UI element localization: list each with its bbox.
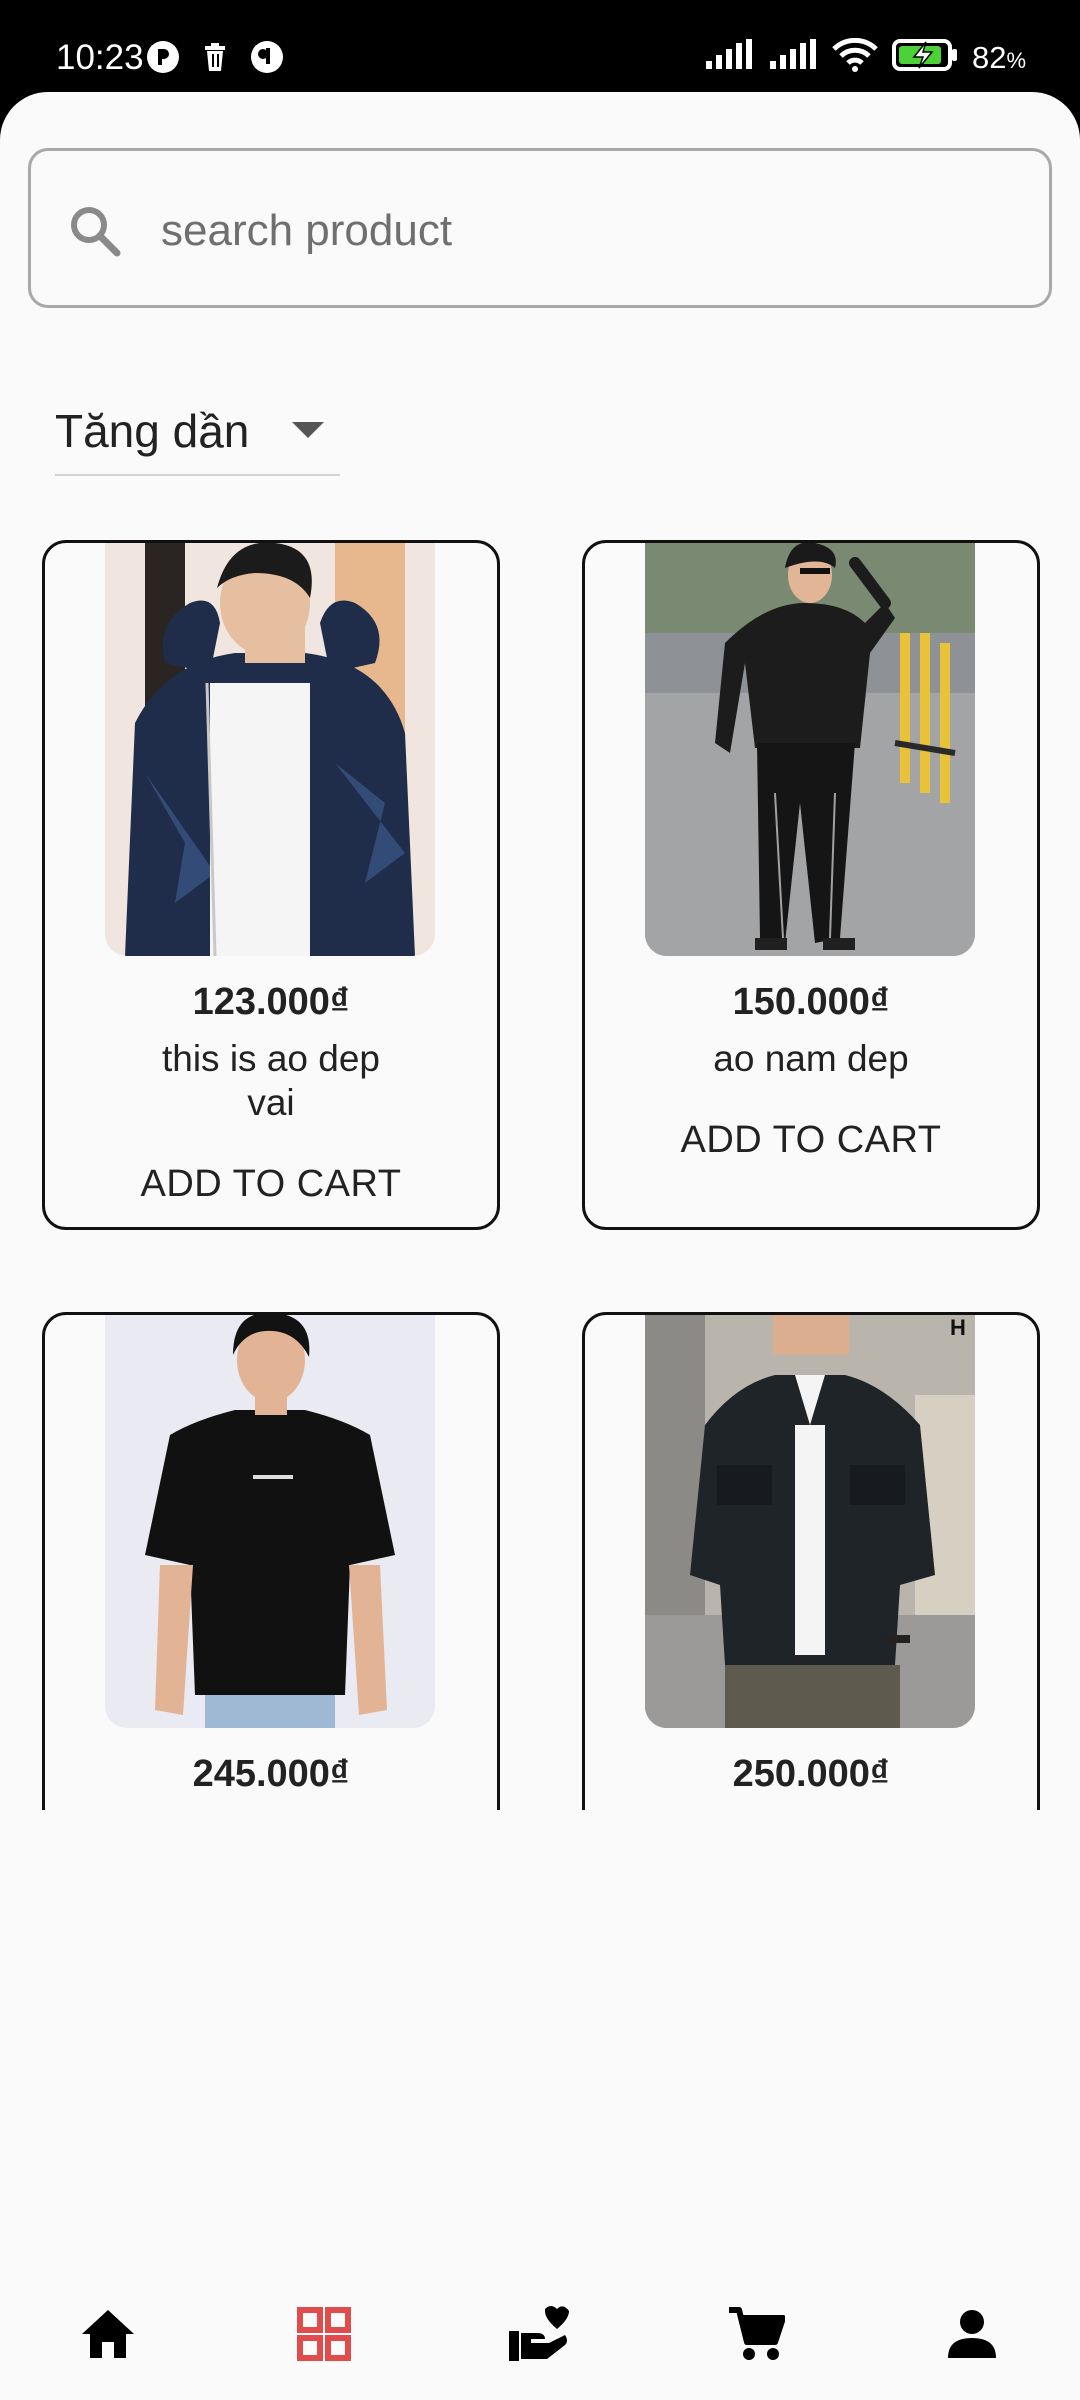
notification-icon: [146, 40, 180, 74]
product-image[interactable]: [105, 543, 435, 956]
signal-icon: [768, 39, 818, 76]
trash-icon: [198, 40, 232, 74]
product-image[interactable]: [645, 543, 975, 956]
nav-cart-icon[interactable]: [724, 2302, 788, 2366]
product-image[interactable]: [105, 1315, 435, 1728]
battery-percentage: 82%: [971, 39, 1026, 75]
sort-dropdown[interactable]: Tăng dần: [55, 396, 340, 476]
nav-profile-icon[interactable]: [940, 2302, 1004, 2366]
product-card[interactable]: 150.000₫ ao nam dep ADD TO CART: [582, 540, 1040, 1230]
bottom-navigation: [0, 2280, 1080, 2390]
search-box[interactable]: [28, 148, 1052, 308]
wifi-icon: [832, 37, 878, 77]
nav-wishlist-icon[interactable]: [506, 2302, 570, 2366]
product-price: 250.000₫: [732, 1753, 890, 1795]
product-price: 150.000₫: [732, 981, 890, 1023]
product-price: 123.000₫: [192, 981, 350, 1023]
search-input[interactable]: [161, 191, 1021, 271]
product-grid[interactable]: 123.000₫ this is ao dep vai ADD TO CART: [0, 520, 1080, 1810]
battery-charging-icon: [891, 38, 958, 77]
add-to-cart-button[interactable]: ADD TO CART: [585, 1119, 1037, 1162]
product-price: 245.000₫: [192, 1753, 350, 1795]
status-time: 10:23: [56, 38, 144, 77]
signal-icon: [704, 39, 754, 76]
svg-text:H: H: [950, 1315, 966, 1340]
nav-home-icon[interactable]: [76, 2302, 140, 2366]
notification-icon: [250, 40, 284, 74]
sort-selected-value: Tăng dần: [55, 405, 250, 457]
product-image[interactable]: H: [645, 1315, 975, 1728]
product-card[interactable]: 245.000₫: [42, 1312, 500, 1810]
search-icon: [67, 203, 123, 259]
product-card[interactable]: 123.000₫ this is ao dep vai ADD TO CART: [42, 540, 500, 1230]
nav-categories-icon[interactable]: [292, 2302, 356, 2366]
product-card[interactable]: H 250.000₫: [582, 1312, 1040, 1810]
dropdown-arrow-icon: [292, 422, 324, 438]
add-to-cart-button[interactable]: ADD TO CART: [45, 1163, 497, 1206]
product-name: ao nam dep: [713, 1038, 909, 1079]
product-name: this is ao dep vai: [161, 1038, 381, 1123]
